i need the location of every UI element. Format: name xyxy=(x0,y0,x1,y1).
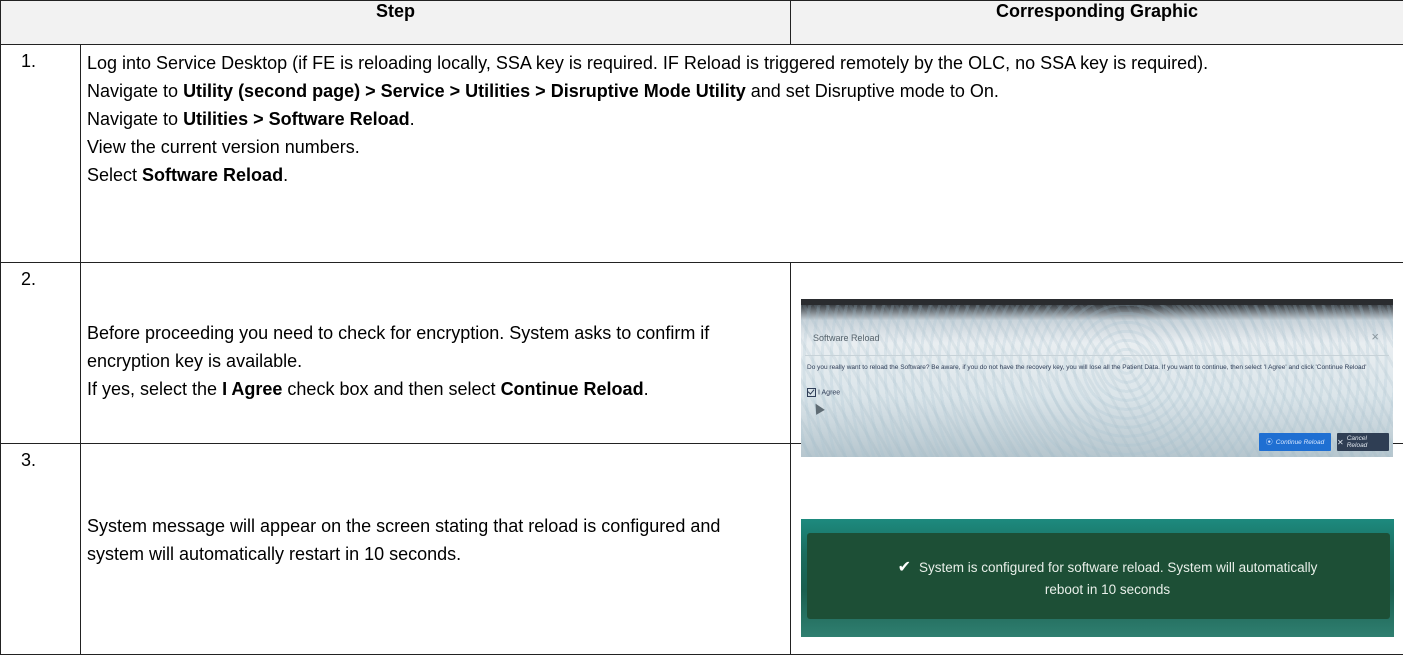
continue-reload-button: ⦿ Continue Reload xyxy=(1259,433,1331,451)
text-fragment: If yes, select the xyxy=(87,379,223,399)
notification-text: ✔ System is configured for software reloa… xyxy=(841,557,1374,601)
step-line: Navigate to Utilities > Software Reload. xyxy=(87,105,1391,133)
text-fragment: Navigate to xyxy=(87,81,184,101)
menu-path: Utility (second page) > Service > Utilit… xyxy=(183,81,746,101)
text-fragment: Select xyxy=(87,165,143,185)
button-reference: Continue Reload xyxy=(500,379,644,399)
text-fragment: . xyxy=(283,165,289,185)
text-fragment: . xyxy=(643,379,649,399)
text-fragment: check box and then select xyxy=(282,379,501,399)
table-row: 1. Log into Service Desktop (if FE is re… xyxy=(0,44,1403,263)
button-label: Cancel Reload xyxy=(1346,435,1368,449)
step-text: System message will appear on the screen… xyxy=(79,443,792,655)
checkbox-reference: I Agree xyxy=(222,379,283,399)
dialog-message: Do you really want to reload the Softwar… xyxy=(807,364,1367,371)
step-text: Before proceeding you need to check for … xyxy=(79,262,792,444)
i-agree-checkbox: I Agree xyxy=(807,388,840,397)
menu-path: Utilities > Software Reload xyxy=(183,109,410,129)
step-column-header: Step xyxy=(0,0,792,45)
step-line: System message will appear on the screen… xyxy=(87,516,721,564)
step-line: Log into Service Desktop (if FE is reloa… xyxy=(87,53,1209,73)
cancel-reload-button: ✕ Cancel Reload xyxy=(1337,433,1389,451)
step-text: Log into Service Desktop (if FE is reloa… xyxy=(79,44,1403,263)
text-fragment: and set Disruptive mode to On. xyxy=(745,81,999,101)
close-icon: × xyxy=(1371,329,1379,344)
reload-configured-notification-screenshot: ✔ System is configured for software reloa… xyxy=(801,519,1394,637)
graphic-column-header: Corresponding Graphic xyxy=(790,0,1403,45)
button-label: Continue Reload xyxy=(1275,438,1325,446)
text-fragment: Navigate to xyxy=(87,109,184,129)
step-line: If yes, select the I Agree check box and… xyxy=(87,375,778,403)
button-reference: Software Reload xyxy=(142,165,284,185)
step-line: Select Software Reload. xyxy=(87,161,1391,189)
step-number: 3. xyxy=(0,443,81,655)
software-reload-dialog-screenshot: Software Reload × Do you really want to … xyxy=(801,299,1393,457)
step-line: Navigate to Utility (second page) > Serv… xyxy=(87,77,1391,105)
divider xyxy=(805,355,1389,356)
notification-line: System is configured for software reload… xyxy=(919,560,1318,575)
checkbox-label: I Agree xyxy=(818,389,841,397)
step-line: Before proceeding you need to check for … xyxy=(87,323,710,371)
step-line: View the current version numbers. xyxy=(87,137,360,157)
checkbox-checked-icon xyxy=(807,388,816,397)
table-header-row: Step Corresponding Graphic xyxy=(0,0,1403,45)
text-fragment: . xyxy=(409,109,415,129)
step-number: 1. xyxy=(0,44,81,263)
close-icon: ✕ xyxy=(1337,437,1344,447)
step-number: 2. xyxy=(0,262,81,444)
checkmark-icon: ✔ xyxy=(897,559,911,576)
notification-line: reboot in 10 seconds xyxy=(1044,582,1171,597)
play-circle-icon: ⦿ xyxy=(1265,439,1273,446)
dialog-title: Software Reload xyxy=(813,333,880,343)
